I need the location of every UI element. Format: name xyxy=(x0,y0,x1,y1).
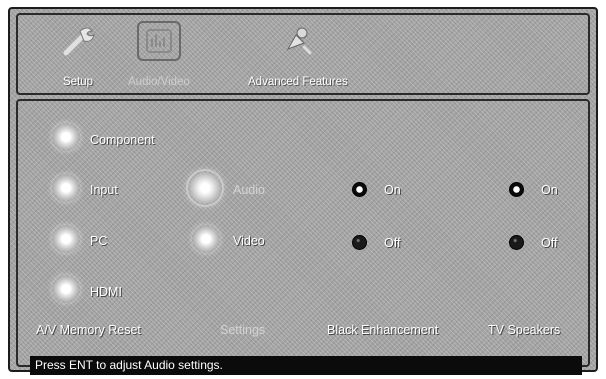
hdmi-label[interactable]: HDMI xyxy=(90,285,122,299)
black-enhancement-on-radio[interactable] xyxy=(352,182,367,197)
pc-button-icon[interactable] xyxy=(52,225,80,253)
tab-label: Setup xyxy=(62,76,94,88)
component-button-icon[interactable] xyxy=(52,123,80,151)
video-button-icon[interactable] xyxy=(192,225,220,253)
tab-label: Advanced Features xyxy=(248,76,348,88)
component-label[interactable]: Component xyxy=(90,133,155,147)
tv-speakers-on-radio[interactable] xyxy=(509,182,524,197)
audio-button-icon[interactable] xyxy=(188,171,222,205)
black-enhancement-heading: Black Enhancement xyxy=(327,323,439,337)
tv-speakers-on-label: On xyxy=(541,183,558,197)
video-label[interactable]: Video xyxy=(233,234,265,248)
black-enhancement-off-radio[interactable] xyxy=(352,235,367,250)
tv-speakers-heading: TV Speakers xyxy=(488,323,561,337)
tab-label: Audio/Video xyxy=(128,76,190,88)
pc-label[interactable]: PC xyxy=(90,234,107,248)
tv-speakers-off-label: Off xyxy=(541,236,558,250)
black-enhancement-off-label: Off xyxy=(384,236,401,250)
tab-audio-video[interactable]: Audio/Video xyxy=(128,21,190,88)
input-label[interactable]: Input xyxy=(90,183,118,197)
hdmi-button-icon[interactable] xyxy=(52,275,80,303)
tv-speakers-off-radio[interactable] xyxy=(509,235,524,250)
audio-label[interactable]: Audio xyxy=(233,183,265,197)
menu-tab-bar: Setup Audio/Video Advanced Features xyxy=(16,13,590,95)
settings-heading: Settings xyxy=(220,323,266,337)
tv-menu-screen: Setup Audio/Video Advanced Features Comp… xyxy=(8,7,598,375)
tab-setup[interactable]: Setup xyxy=(56,21,100,88)
av-memory-reset-label[interactable]: A/V Memory Reset xyxy=(36,323,141,337)
input-button-icon[interactable] xyxy=(52,174,80,202)
status-message-bar: Press ENT to adjust Audio settings. xyxy=(30,356,582,375)
tab-advanced-features[interactable]: Advanced Features xyxy=(248,21,348,88)
audio-video-icon xyxy=(136,21,181,61)
wrench-icon xyxy=(56,21,100,61)
audio-video-panel: Component Input PC HDMI Audio Video On O… xyxy=(16,99,590,367)
advanced-features-icon xyxy=(276,21,320,61)
black-enhancement-on-label: On xyxy=(384,183,401,197)
